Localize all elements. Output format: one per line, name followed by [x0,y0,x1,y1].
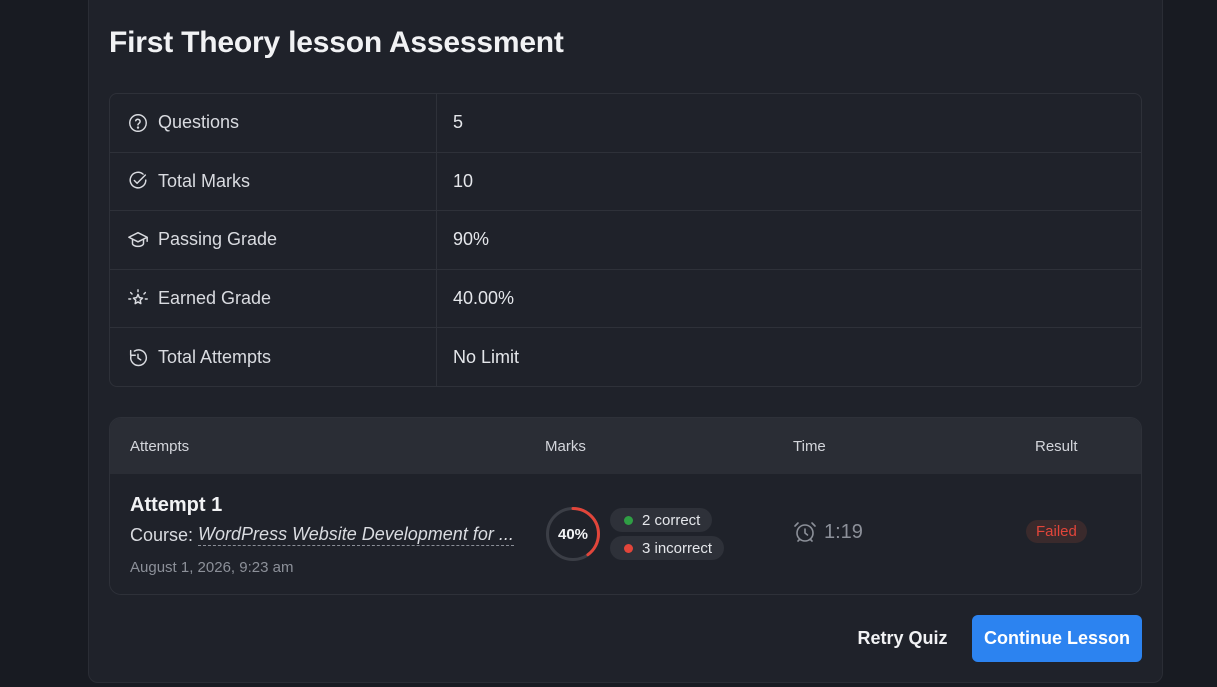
info-label-text: Earned Grade [158,288,272,309]
info-row-total-attempts: Total Attempts No Limit [110,328,1141,386]
sparkle-star-icon [128,288,148,304]
attempt-name: Attempt 1 [130,494,223,516]
info-value: 40.00% [453,288,515,309]
correct-badge: 2 correct [610,508,713,532]
info-row-earned-grade: Earned Grade 40.00% [110,269,1141,329]
incorrect-count: 3 incorrect [642,539,713,557]
status-badge: Failed [1026,520,1087,543]
course-label: Course: [130,525,194,545]
correct-dot [624,515,633,525]
info-row-total-marks: Total Marks 10 [110,152,1141,212]
incorrect-dot [624,543,633,553]
score-percent: 40% [557,525,589,543]
attempts-table-header: Attempts Marks Time Result [110,418,1141,474]
info-value: 5 [453,112,464,133]
info-label-text: Passing Grade [158,229,278,250]
column-header-marks: Marks [545,438,586,455]
info-label-text: Questions [158,112,240,133]
column-header-result: Result [1035,438,1078,455]
quiz-info-table: Questions 5 Total Marks 10 Passing Grade… [109,93,1142,387]
attempts-table: Attempts Marks Time Result Attempt 1 Cou… [109,417,1142,595]
course-link[interactable]: WordPress Website Development for ... [198,524,514,546]
time-value: 1:19 [824,520,863,543]
correct-count: 2 correct [642,511,701,529]
rotate-attempts-icon [129,348,148,366]
continue-lesson-button[interactable]: Continue Lesson [972,615,1142,662]
alarm-clock-icon [794,522,816,542]
check-circle-icon [129,172,147,189]
question-circle-icon [129,113,147,132]
incorrect-badge: 3 incorrect [610,536,725,560]
page-title: First Theory lesson Assessment [109,26,564,59]
info-row-passing-grade: Passing Grade 90% [110,211,1141,270]
column-header-attempts: Attempts [130,438,190,455]
info-value: 90% [453,229,490,250]
table-row: Attempt 1 Course: WordPress Website Deve… [110,474,1141,594]
attempt-course: Course: WordPress Website Development fo… [130,524,514,546]
info-label-text: Total Attempts [158,347,272,368]
retry-quiz-button[interactable]: Retry Quiz [845,615,960,662]
info-row-questions: Questions 5 [110,94,1141,153]
info-value: 10 [453,170,474,191]
info-label-text: Total Marks [158,170,251,191]
info-value: No Limit [453,347,520,368]
graduation-cap-icon [128,231,148,248]
column-header-time: Time [793,438,826,455]
attempt-time: 1:19 [793,520,863,544]
attempt-date: August 1, 2026, 9:23 am [130,559,294,576]
